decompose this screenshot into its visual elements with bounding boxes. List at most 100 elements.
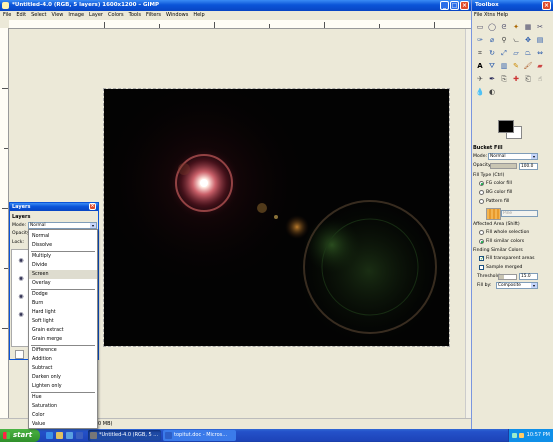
menu-image[interactable]: Image bbox=[68, 11, 84, 20]
mode-option-multiply[interactable]: Multiply bbox=[29, 252, 97, 261]
ellipse-select-icon[interactable]: ◯ bbox=[487, 22, 497, 32]
start-button[interactable]: start bbox=[0, 429, 40, 442]
mode-option-screen[interactable]: Screen bbox=[29, 270, 97, 279]
menu-edit[interactable]: Edit bbox=[16, 11, 26, 20]
close-button[interactable]: × bbox=[460, 1, 469, 10]
rect-select-icon[interactable]: ▭ bbox=[475, 22, 485, 32]
image-canvas[interactable] bbox=[103, 88, 450, 347]
radio-fill-whole-selection[interactable] bbox=[479, 230, 484, 235]
fill-transparent-checkbox[interactable]: ✓ bbox=[479, 256, 484, 262]
mode-option-burn[interactable]: Burn bbox=[29, 299, 97, 308]
visibility-eye-icon[interactable]: ◉ bbox=[17, 276, 25, 282]
free-select-icon[interactable]: ᘓ bbox=[499, 22, 509, 32]
threshold-spinner[interactable]: 15.0 bbox=[519, 273, 538, 280]
menu-windows[interactable]: Windows bbox=[166, 11, 188, 20]
blend-icon[interactable]: ▥ bbox=[499, 61, 509, 71]
layers-close-button[interactable]: × bbox=[89, 203, 96, 210]
paintbrush-icon[interactable]: 🖌 bbox=[523, 61, 533, 71]
heal-icon[interactable]: ✚ bbox=[511, 74, 521, 84]
radio-fill-similar[interactable] bbox=[479, 239, 484, 244]
visibility-eye-icon[interactable]: ◉ bbox=[17, 312, 25, 318]
menu-select[interactable]: Select bbox=[31, 11, 46, 20]
color-picker-icon[interactable]: ⌀ bbox=[487, 35, 497, 45]
mode-option-color[interactable]: Color bbox=[29, 411, 97, 420]
eraser-icon[interactable]: ▰ bbox=[535, 61, 545, 71]
clone-icon[interactable]: ⎘ bbox=[499, 74, 509, 84]
toolbox-close-button[interactable]: × bbox=[542, 1, 551, 10]
show-desktop-icon[interactable] bbox=[76, 432, 83, 439]
text-icon[interactable]: A bbox=[475, 61, 485, 71]
perspective-icon[interactable]: ⏢ bbox=[523, 48, 533, 58]
mode-option-hue[interactable]: Hue bbox=[29, 393, 97, 402]
radio-fg-fill[interactable] bbox=[479, 181, 484, 186]
menu-layer[interactable]: Layer bbox=[89, 11, 103, 20]
fuzzy-select-icon[interactable]: ✦ bbox=[511, 22, 521, 32]
crop-icon[interactable]: ⌗ bbox=[475, 48, 485, 58]
menu-tools[interactable]: Tools bbox=[129, 11, 141, 20]
mode-option-saturation[interactable]: Saturation bbox=[29, 402, 97, 411]
layers-titlebar[interactable]: Layers × bbox=[10, 203, 98, 211]
mode-option-subtract[interactable]: Subtract bbox=[29, 364, 97, 373]
menu-file[interactable]: File bbox=[3, 11, 11, 20]
mode-option-grain-merge[interactable]: Grain merge bbox=[29, 335, 97, 344]
foreground-color-swatch[interactable] bbox=[498, 120, 514, 133]
mode-option-value[interactable]: Value bbox=[29, 420, 97, 429]
scale-icon[interactable]: ⤢ bbox=[499, 48, 509, 58]
perspective-clone-icon[interactable]: ⎗ bbox=[523, 74, 533, 84]
scissors-icon[interactable]: ✂ bbox=[535, 22, 545, 32]
mode-option-addition[interactable]: Addition bbox=[29, 355, 97, 364]
horizontal-ruler[interactable] bbox=[9, 20, 471, 29]
smudge-icon[interactable]: ☝ bbox=[535, 74, 545, 84]
quicklaunch-icon[interactable] bbox=[66, 432, 73, 439]
threshold-slider[interactable] bbox=[498, 274, 517, 280]
toolbox-titlebar[interactable]: Toolbox × bbox=[472, 0, 553, 11]
bucket-fill-icon[interactable]: ⛛ bbox=[487, 61, 497, 71]
zoom-icon[interactable]: ⚲ bbox=[499, 35, 509, 45]
move-icon[interactable]: ✥ bbox=[523, 35, 533, 45]
shear-icon[interactable]: ▱ bbox=[511, 48, 521, 58]
radio-pattern-fill[interactable] bbox=[479, 199, 484, 204]
new-layer-icon[interactable] bbox=[15, 350, 24, 359]
task-word-doc[interactable]: topitut.doc - Micros... bbox=[163, 430, 236, 441]
layers-tab[interactable]: Layers bbox=[12, 214, 31, 220]
radio-bg-fill[interactable] bbox=[479, 190, 484, 195]
menu-colors[interactable]: Colors bbox=[108, 11, 124, 20]
mode-option-hard-light[interactable]: Hard light bbox=[29, 308, 97, 317]
minimize-button[interactable]: _ bbox=[440, 1, 449, 10]
mode-option-divide[interactable]: Divide bbox=[29, 261, 97, 270]
dodge-burn-icon[interactable]: ◐ bbox=[487, 87, 497, 97]
toolbox-menu[interactable]: File Xtns Help bbox=[474, 12, 508, 18]
fill-by-combo[interactable]: Composite ▾ bbox=[496, 282, 538, 289]
mode-combo[interactable]: Normal ▾ bbox=[488, 153, 538, 160]
menu-help[interactable]: Help bbox=[193, 11, 204, 20]
fg-bg-color-area[interactable] bbox=[498, 120, 524, 140]
layers-mode-combo[interactable]: Normal ▾ bbox=[28, 222, 97, 229]
mode-option-dissolve[interactable]: Dissolve bbox=[29, 241, 97, 250]
paths-icon[interactable]: ✑ bbox=[475, 35, 485, 45]
mode-option-overlay[interactable]: Overlay bbox=[29, 279, 97, 288]
opacity-spinner[interactable]: 100.0 bbox=[519, 163, 538, 170]
visibility-eye-icon[interactable]: ◉ bbox=[17, 294, 25, 300]
opacity-slider[interactable] bbox=[490, 163, 517, 169]
menu-filters[interactable]: Filters bbox=[146, 11, 161, 20]
mode-option-dodge[interactable]: Dodge bbox=[29, 290, 97, 299]
menu-view[interactable]: View bbox=[52, 11, 64, 20]
sample-merged-checkbox[interactable] bbox=[479, 265, 484, 270]
mode-option-normal[interactable]: Normal bbox=[29, 232, 97, 241]
mode-option-soft-light[interactable]: Soft light bbox=[29, 317, 97, 326]
pattern-swatch[interactable] bbox=[486, 208, 501, 220]
volume-icon[interactable] bbox=[519, 433, 524, 438]
image-window-titlebar[interactable]: *Untitled-4.0 (RGB, 5 layers) 1600x1200 … bbox=[0, 0, 471, 11]
folder-icon[interactable] bbox=[56, 432, 63, 439]
mode-option-grain-extract[interactable]: Grain extract bbox=[29, 326, 97, 335]
mode-option-darken-only[interactable]: Darken only bbox=[29, 373, 97, 382]
select-by-color-icon[interactable]: ▦ bbox=[523, 22, 533, 32]
align-icon[interactable]: ▤ bbox=[535, 35, 545, 45]
vertical-ruler[interactable] bbox=[0, 28, 9, 418]
ink-icon[interactable]: ✒ bbox=[487, 74, 497, 84]
airbrush-icon[interactable]: ✈ bbox=[475, 74, 485, 84]
pencil-icon[interactable]: ✎ bbox=[511, 61, 521, 71]
rotate-icon[interactable]: ↻ bbox=[487, 48, 497, 58]
task-gimp-image[interactable]: *Untitled-4.0 (RGB, 5 ... bbox=[88, 430, 161, 441]
network-icon[interactable] bbox=[512, 433, 517, 438]
